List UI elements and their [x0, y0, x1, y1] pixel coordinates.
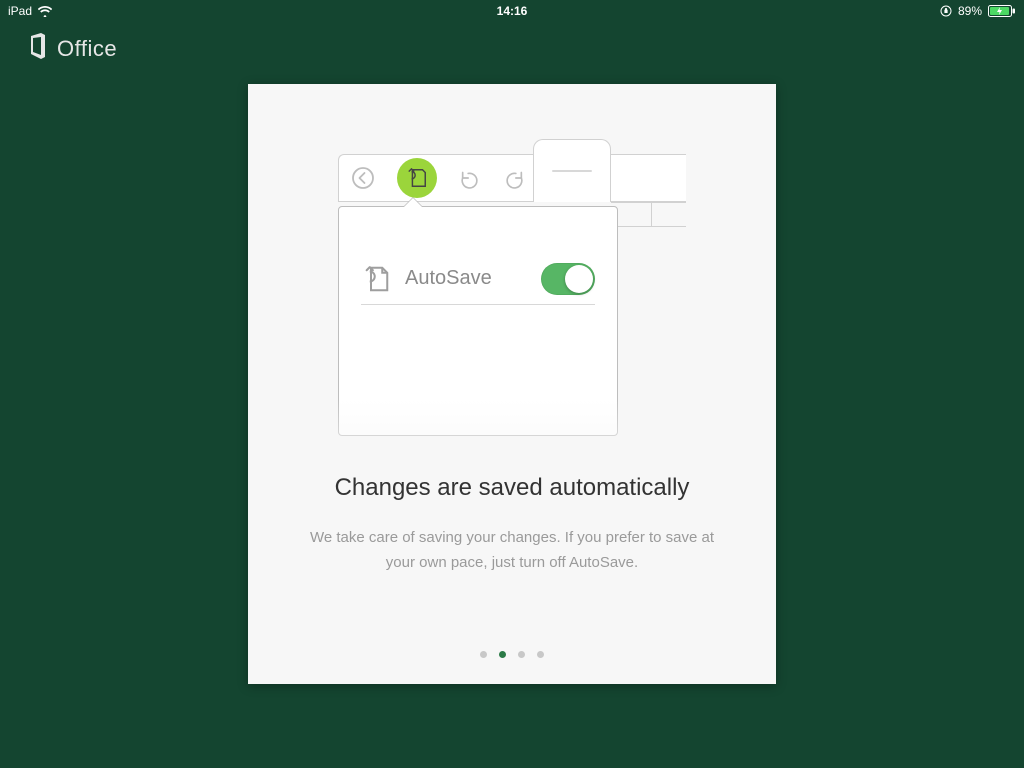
redo-icon — [503, 167, 525, 189]
autosave-label: AutoSave — [405, 267, 541, 290]
autosave-toggle — [541, 263, 595, 295]
orientation-lock-icon — [940, 5, 952, 17]
clock: 14:16 — [497, 4, 528, 18]
onboarding-headline: Changes are saved automatically — [308, 474, 716, 502]
office-logo: Office — [27, 33, 117, 64]
wifi-icon — [38, 6, 52, 17]
back-icon — [351, 166, 375, 190]
page-dot-4[interactable] — [537, 651, 544, 658]
illustration-toolbar — [338, 154, 686, 202]
onboarding-illustration: AutoSave — [248, 84, 776, 484]
onboarding-body: We take care of saving your changes. If … — [308, 526, 716, 576]
device-label: iPad — [8, 4, 32, 18]
pagination-dots[interactable] — [248, 651, 776, 658]
page-dot-1[interactable] — [480, 651, 487, 658]
status-bar: iPad 14:16 89% — [0, 0, 1024, 20]
illustration-tab — [533, 139, 611, 202]
battery-charging-icon — [988, 5, 1016, 17]
battery-percent: 89% — [958, 4, 982, 18]
save-highlight-icon — [397, 158, 437, 198]
office-wordmark: Office — [57, 36, 117, 62]
onboarding-card: AutoSave Changes are saved automatically… — [248, 84, 776, 684]
undo-icon — [459, 167, 481, 189]
page-dot-2[interactable] — [499, 651, 506, 658]
office-glyph-icon — [27, 33, 49, 64]
page-dot-3[interactable] — [518, 651, 525, 658]
autosave-file-icon — [361, 264, 391, 294]
